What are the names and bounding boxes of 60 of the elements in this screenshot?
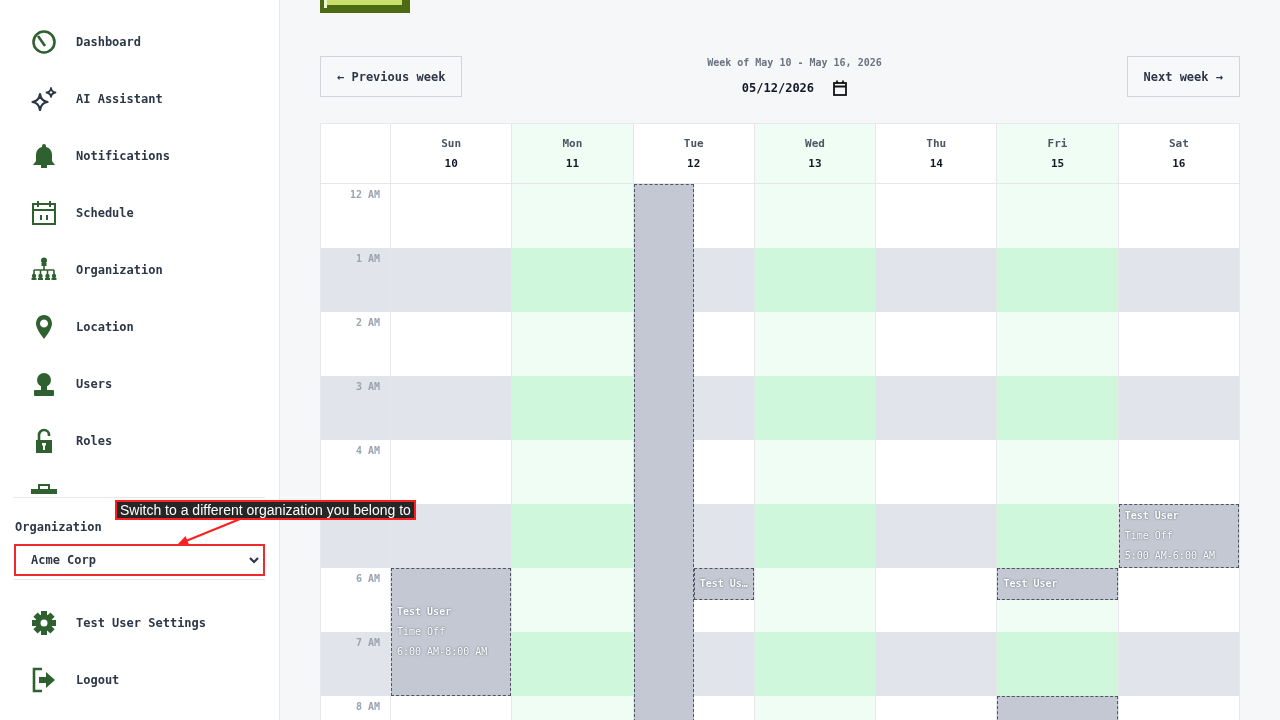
day-date: 13 <box>808 155 822 172</box>
day-name: Wed <box>805 135 825 152</box>
time-label: 1 AM <box>355 252 380 266</box>
sparkle-icon <box>31 86 57 112</box>
event-title: Test User <box>397 605 452 619</box>
day-date: 16 <box>1172 155 1186 172</box>
day-name: Sun <box>441 135 462 152</box>
nav-item[interactable]: Users <box>31 371 113 397</box>
time-label: 6 AM <box>355 572 380 586</box>
nav-item[interactable]: Organization <box>31 257 163 283</box>
nav-item[interactable]: Schedule <box>31 200 134 226</box>
week-range-label: Week of May 10 - May 16, 2026 <box>707 56 882 70</box>
day-date: 10 <box>444 155 458 172</box>
day-date: 15 <box>1050 155 1065 172</box>
org-chart-icon <box>31 257 57 283</box>
day-name: Tue <box>683 135 704 152</box>
event-block[interactable] <box>633 184 694 720</box>
nav-item[interactable]: AI Assistant <box>31 86 163 112</box>
field-label: Organization <box>15 520 102 534</box>
gauge-icon <box>31 29 57 55</box>
nav-item[interactable]: Roles <box>31 428 113 454</box>
tooltip: Switch to a different organization you belong to <box>115 500 416 520</box>
partial-menu-icon <box>31 484 57 494</box>
event-title: Test User <box>1003 577 1058 591</box>
event-time: 6:00 AM-8:00 AM <box>397 645 488 659</box>
gear-icon <box>31 610 57 636</box>
date-field[interactable]: 05/12/2026 <box>741 77 848 99</box>
time-label: 3 AM <box>355 380 380 394</box>
bell-icon <box>31 143 57 169</box>
nav-item[interactable]: Logout <box>31 667 120 693</box>
calendar-icon <box>833 80 848 96</box>
nav-item[interactable]: Dashboard <box>31 29 142 55</box>
day-name: Mon <box>562 135 583 152</box>
nav-item[interactable]: Location <box>31 314 134 340</box>
chevron-down-icon <box>249 556 259 564</box>
organization-select[interactable]: Acme Corp <box>14 544 265 576</box>
day-name: Fri <box>1047 135 1068 152</box>
day-name: Thu <box>926 135 947 152</box>
event-title: Test Us… <box>699 577 748 591</box>
pointer-arrow <box>176 518 242 546</box>
nav-item[interactable]: Test User Settings <box>31 610 207 636</box>
event-type: Time Off <box>1124 529 1173 543</box>
time-label: 12 AM <box>349 188 380 202</box>
day-date: 11 <box>565 155 580 172</box>
time-label: 4 AM <box>355 444 380 458</box>
calendar-icon <box>31 200 57 226</box>
next-week-button[interactable]: Next week → <box>1126 56 1240 97</box>
time-label: 8 AM <box>355 700 380 714</box>
tile-icon <box>320 0 410 13</box>
nav-item[interactable]: Notifications <box>31 143 170 169</box>
day-name: Sat <box>1168 135 1189 152</box>
event-time: 5:00 AM-6:00 AM <box>1124 549 1215 563</box>
door-arrow-icon <box>31 667 57 693</box>
time-label: 7 AM <box>355 636 380 650</box>
previous-week-button[interactable]: ← Previous week <box>320 56 463 97</box>
person-icon <box>31 371 57 397</box>
event-title: Test User <box>1124 509 1179 523</box>
time-label: 2 AM <box>355 316 380 330</box>
day-date: 14 <box>929 155 943 172</box>
day-date: 12 <box>687 155 701 172</box>
